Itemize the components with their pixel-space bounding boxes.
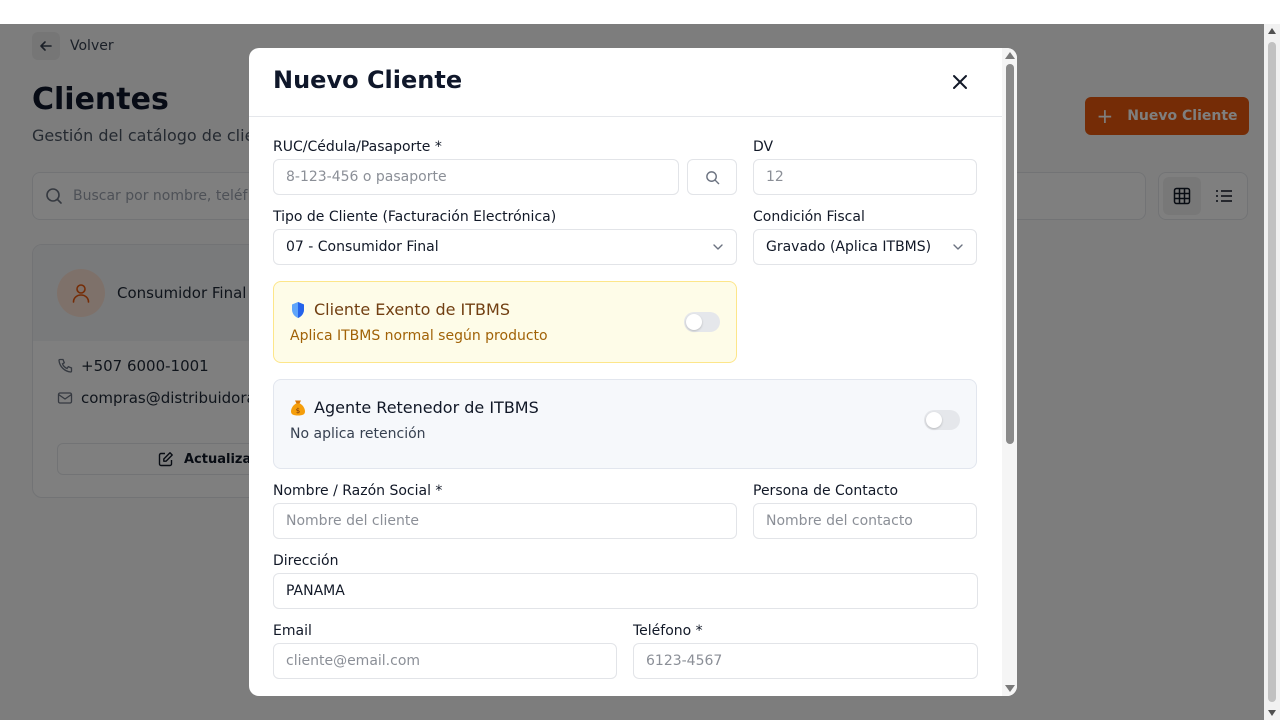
retainer-description: No aplica retención [290, 426, 426, 442]
address-input[interactable]: PANAMA [273, 573, 978, 609]
fiscal-condition-value: Gravado (Aplica ITBMS) [766, 239, 932, 255]
exempt-toggle[interactable] [684, 312, 720, 332]
toggle-knob [926, 412, 942, 428]
scroll-down-arrow-icon[interactable] [1268, 710, 1276, 716]
dv-input[interactable]: 12 [753, 159, 977, 195]
email-placeholder: cliente@email.com [286, 653, 421, 669]
search-icon [705, 170, 719, 184]
close-button[interactable] [947, 69, 973, 95]
contact-label: Persona de Contacto [753, 483, 899, 499]
address-value: PANAMA [286, 583, 345, 599]
page-scrollbar[interactable] [1264, 24, 1280, 720]
dv-placeholder: 12 [766, 169, 784, 185]
ruc-search-button[interactable] [687, 159, 737, 195]
ruc-label: RUC/Cédula/Pasaporte * [273, 139, 442, 155]
name-input[interactable]: Nombre del cliente [273, 503, 737, 539]
toggle-knob [686, 314, 702, 330]
chevron-down-icon [953, 244, 963, 250]
scroll-down-arrow-icon[interactable] [1005, 685, 1015, 692]
retainer-title: Agente Retenedor de ITBMS [314, 398, 539, 417]
exempt-title: Cliente Exento de ITBMS [314, 300, 510, 319]
scroll-up-arrow-icon[interactable] [1005, 52, 1015, 59]
svg-text:$: $ [296, 407, 300, 415]
retainer-title-row: $ Agente Retenedor de ITBMS [290, 398, 539, 417]
contact-input[interactable]: Nombre del contacto [753, 503, 977, 539]
email-label: Email [273, 623, 312, 639]
ruc-input[interactable]: 8-123-456 o pasaporte [273, 159, 679, 195]
shield-icon [292, 301, 304, 318]
client-type-label: Tipo de Cliente (Facturación Electrónica… [273, 209, 557, 225]
page-scrollbar-thumb[interactable] [1268, 42, 1276, 702]
client-type-value: 07 - Consumidor Final [286, 239, 439, 255]
phone-placeholder: 6123-4567 [646, 653, 723, 669]
dialog-scrollbar-thumb[interactable] [1006, 64, 1014, 444]
close-icon [953, 75, 967, 89]
address-label: Dirección [273, 553, 339, 569]
retainer-toggle[interactable] [924, 410, 960, 430]
fiscal-condition-select[interactable]: Gravado (Aplica ITBMS) [753, 229, 977, 265]
money-bag-icon: $ [291, 400, 305, 415]
dv-label: DV [753, 139, 774, 155]
itbms-exempt-panel: Cliente Exento de ITBMS Aplica ITBMS nor… [273, 281, 737, 363]
chevron-down-icon [713, 244, 723, 250]
client-type-select[interactable]: 07 - Consumidor Final [273, 229, 737, 265]
dialog-header: Nuevo Cliente [249, 48, 1002, 117]
exempt-title-row: Cliente Exento de ITBMS [290, 300, 510, 319]
phone-label: Teléfono * [633, 623, 703, 639]
fiscal-condition-label: Condición Fiscal [753, 209, 865, 225]
dialog-scrollbar[interactable] [1002, 48, 1017, 696]
email-input[interactable]: cliente@email.com [273, 643, 617, 679]
name-placeholder: Nombre del cliente [286, 513, 419, 529]
name-label: Nombre / Razón Social * [273, 483, 443, 499]
ruc-placeholder: 8-123-456 o pasaporte [286, 169, 447, 185]
contact-placeholder: Nombre del contacto [766, 513, 913, 529]
itbms-retainer-panel: $ Agente Retenedor de ITBMS No aplica re… [273, 379, 977, 469]
phone-input[interactable]: 6123-4567 [633, 643, 978, 679]
new-client-dialog: Nuevo Cliente RUC/Cédula/Pasaporte * 8-1… [249, 48, 1017, 696]
dialog-title: Nuevo Cliente [273, 66, 463, 94]
exempt-description: Aplica ITBMS normal según producto [290, 328, 548, 344]
scroll-up-arrow-icon[interactable] [1268, 28, 1276, 34]
